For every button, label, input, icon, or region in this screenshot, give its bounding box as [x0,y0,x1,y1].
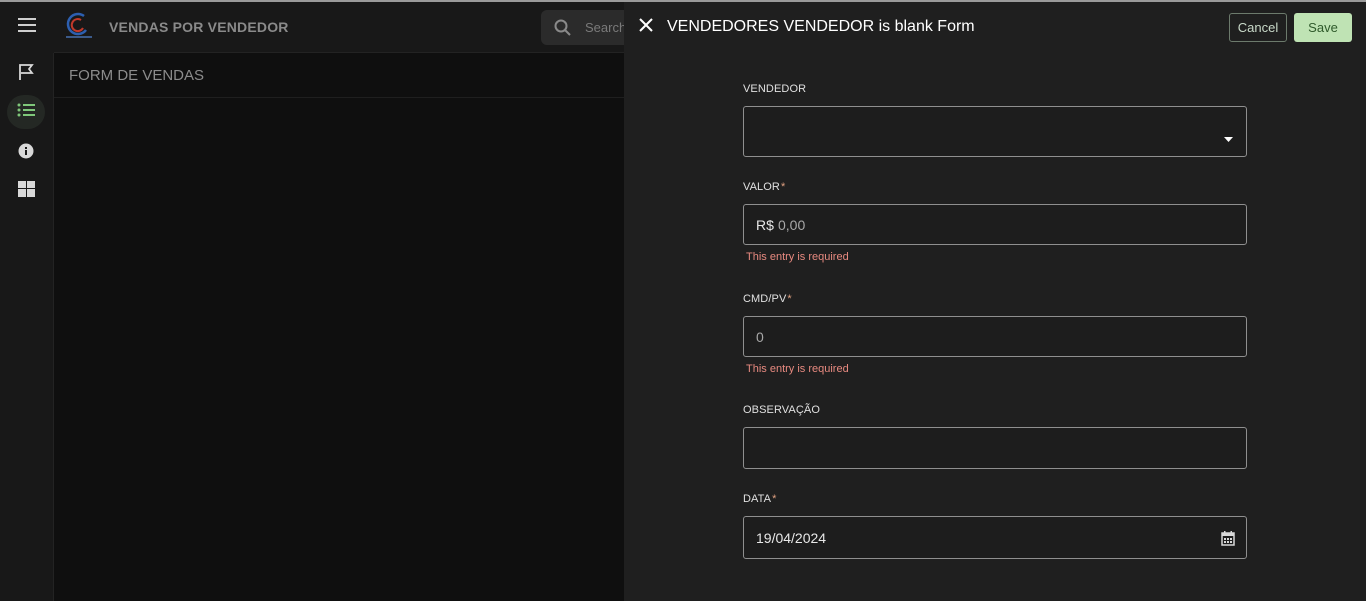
data-label-text: DATA [743,493,772,505]
valor-label-text: VALOR [743,181,780,193]
info-icon [18,143,34,164]
valor-prefix: R$ [756,217,774,233]
rail-flag-button[interactable] [7,57,45,91]
search-placeholder: Search [585,20,627,35]
panel-title: VENDEDORES VENDEDOR is blank Form [667,18,975,35]
required-mark: * [780,181,786,193]
page-subtitle-bar: FORM DE VENDAS [54,53,624,98]
valor-label: VALOR* [743,181,785,193]
observacao-label: OBSERVAÇÃO [743,404,821,416]
app-logo [62,10,96,42]
vendedor-select[interactable] [743,106,1247,157]
data-value: 19/04/2024 [756,530,827,546]
menu-button[interactable] [0,2,54,53]
required-mark: * [772,493,777,505]
data-input[interactable]: 19/04/2024 [743,516,1247,559]
app-header: VENDAS POR VENDEDOR Search [54,2,661,53]
required-mark: * [787,293,792,305]
search-icon [554,19,571,41]
valor-error: This entry is required [746,251,849,263]
page-subtitle: FORM DE VENDAS [69,67,205,84]
cmd-pv-input[interactable]: 0 [743,316,1247,357]
close-button[interactable] [634,15,658,39]
cmd-pv-error: This entry is required [746,363,849,375]
cmd-pv-placeholder: 0 [756,329,764,345]
cmd-pv-label-text: CMD/PV [743,293,787,305]
rail-list-button[interactable] [7,95,45,129]
cancel-button[interactable]: Cancel [1229,13,1287,42]
dropdown-arrow-icon [1224,129,1233,147]
save-button[interactable]: Save [1294,13,1352,42]
observacao-input[interactable] [743,427,1247,469]
app-title: VENDAS POR VENDEDOR [109,19,289,35]
list-icon [17,103,35,122]
hamburger-icon [18,18,36,37]
data-label: DATA* [743,493,777,505]
close-icon [639,17,653,37]
rail-grid-button[interactable] [7,174,45,208]
valor-placeholder: 0,00 [778,217,806,233]
valor-input[interactable]: R$ 0,00 [743,204,1247,245]
cmd-pv-label: CMD/PV* [743,293,792,305]
flag-icon [17,63,35,86]
vendedor-label: VENDEDOR [743,83,807,95]
calendar-icon[interactable] [1221,531,1235,551]
form-panel: VENDEDORES VENDEDOR is blank Form Cancel… [624,2,1366,601]
grid-icon [17,180,35,202]
rail-info-button[interactable] [7,136,45,170]
left-rail [0,53,54,601]
